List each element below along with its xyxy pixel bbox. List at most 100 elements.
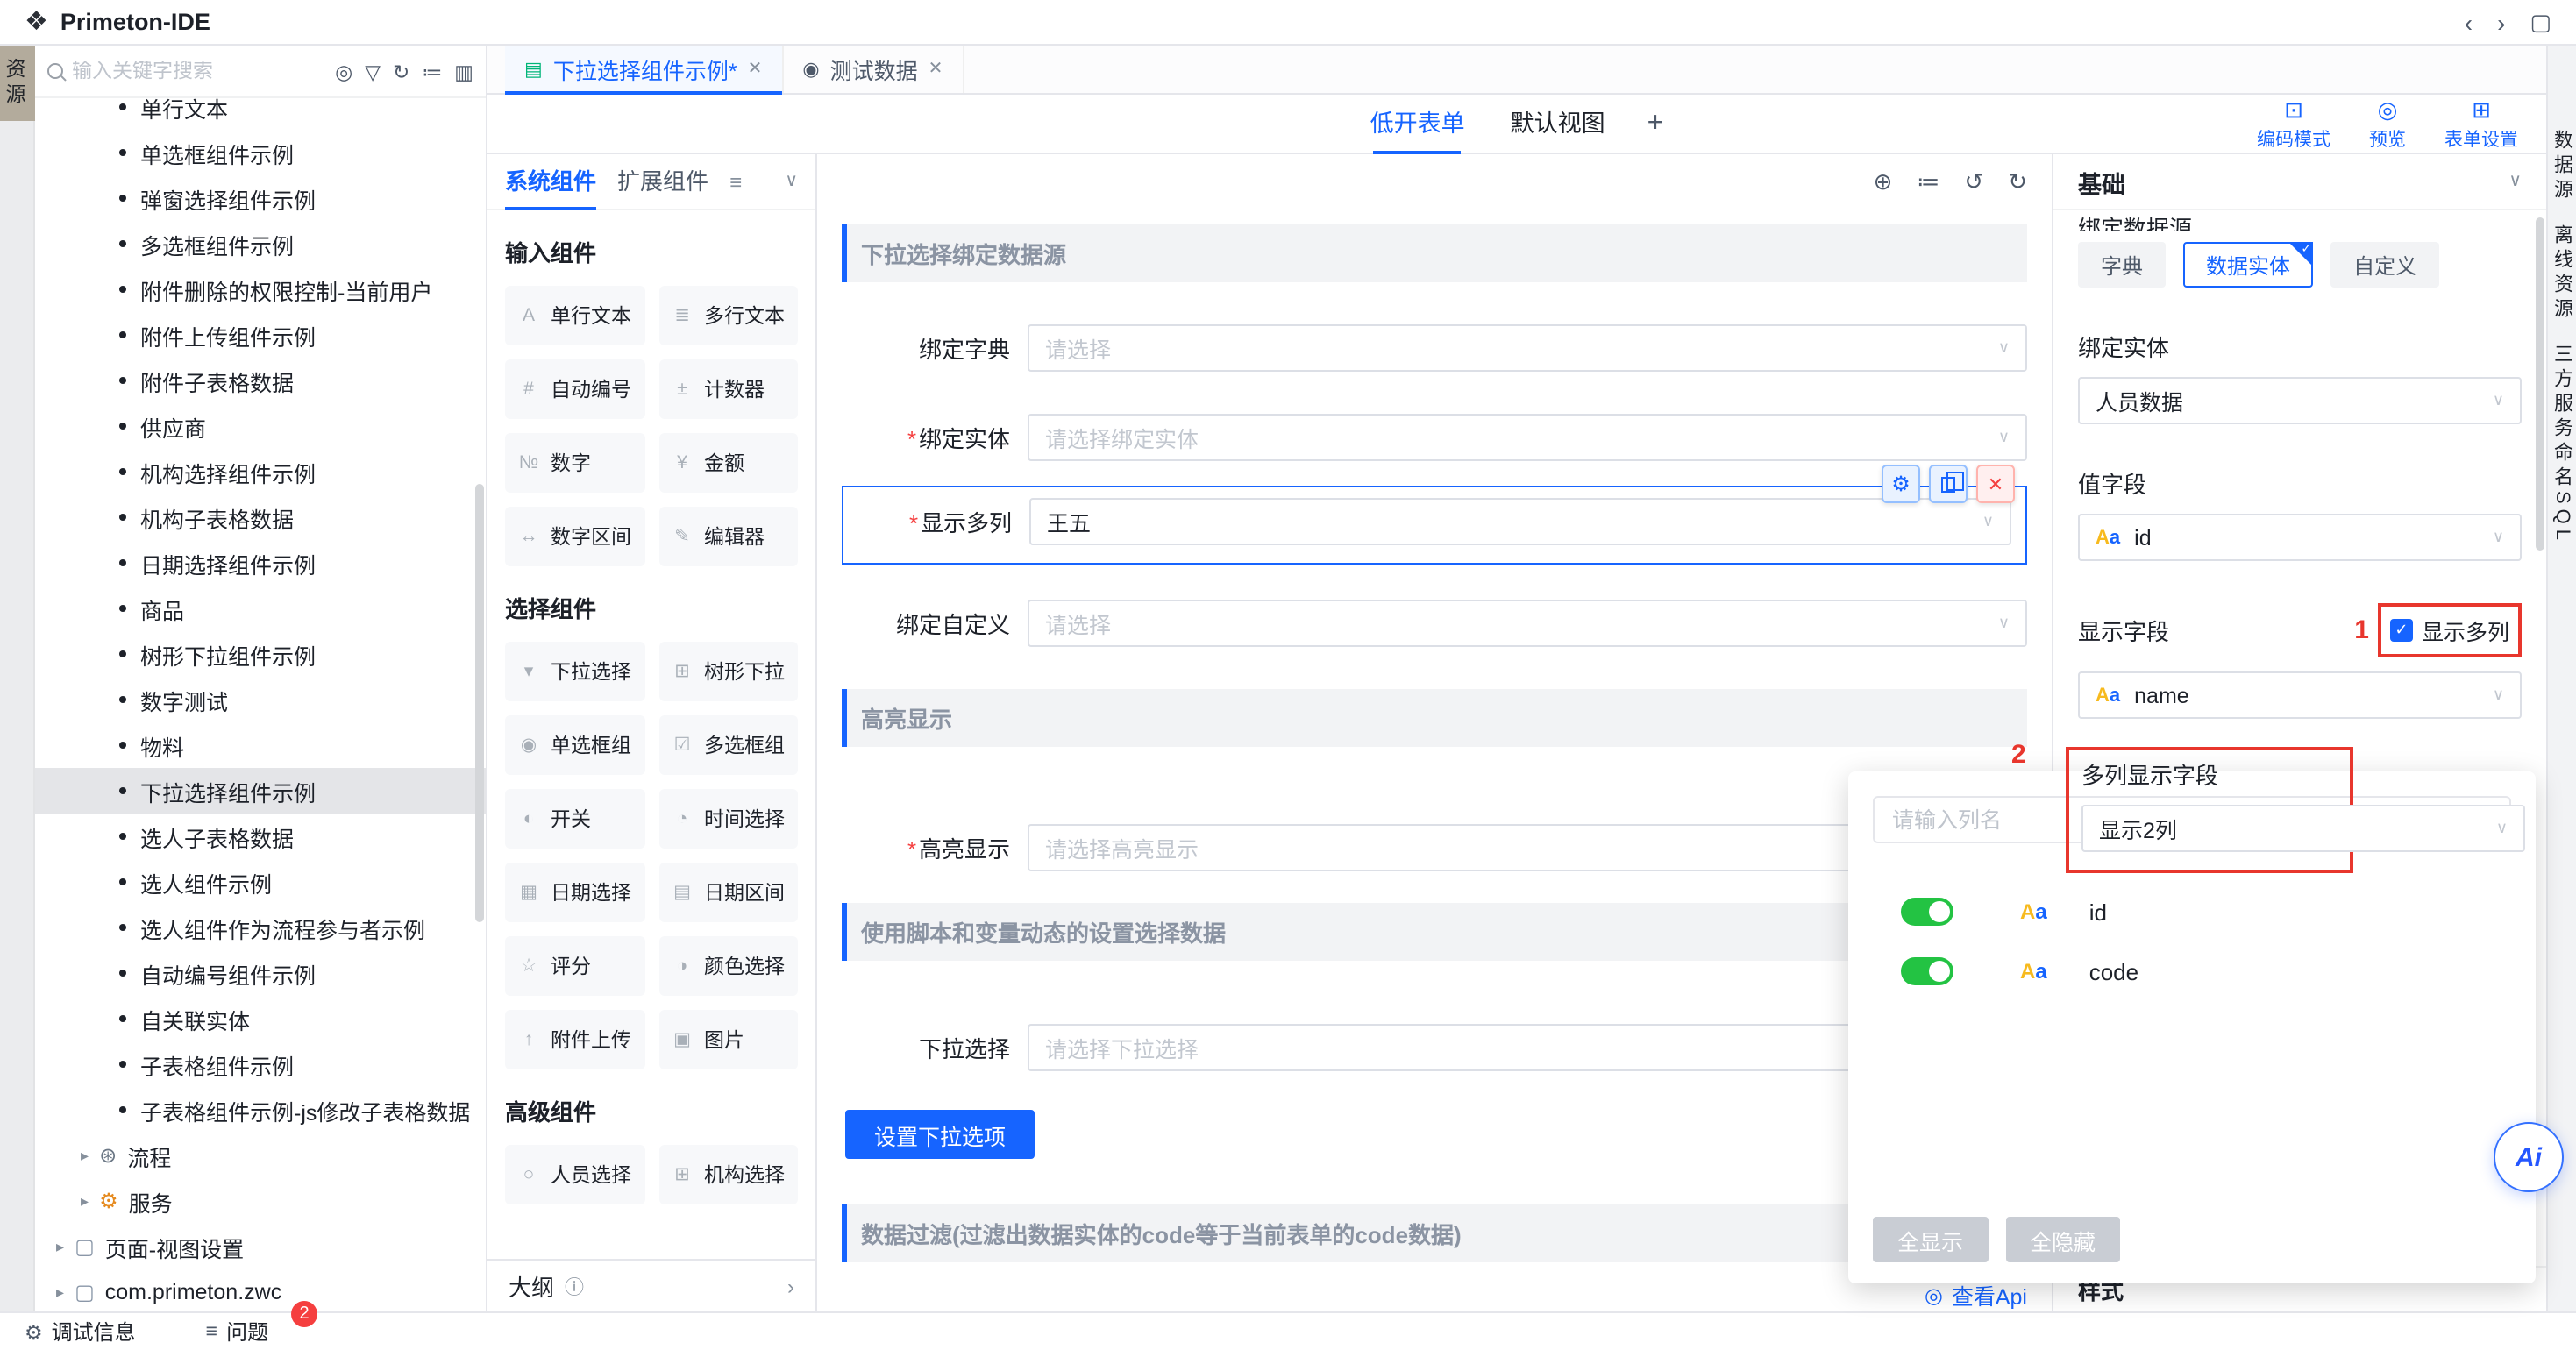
close-icon[interactable]: ✕ <box>748 60 763 79</box>
right-strip-tab[interactable]: 三方服务 <box>2548 344 2576 442</box>
chevron-right-icon[interactable]: › <box>787 1274 794 1298</box>
expand-arrow-icon[interactable]: ▸ <box>81 1191 89 1211</box>
display-field-select[interactable]: Aa name ∨ <box>2078 671 2522 719</box>
dict-select[interactable]: 请选择 ∨ <box>1028 324 2027 372</box>
expand-arrow-icon[interactable]: ▸ <box>81 1146 89 1165</box>
tree-item[interactable]: 自关联实体 <box>35 996 486 1041</box>
tree-item[interactable]: 子表格组件示例 <box>35 1041 486 1087</box>
multi-col-checkbox[interactable]: ✓ <box>2390 619 2413 642</box>
tree-item[interactable]: 下拉选择组件示例 <box>35 768 486 814</box>
copy-icon[interactable] <box>1929 465 1968 503</box>
back-icon[interactable]: ‹ <box>2465 8 2473 36</box>
tree-item[interactable]: 数字测试 <box>35 677 486 722</box>
problems-button[interactable]: ≡ 问题 <box>206 1317 268 1346</box>
undo-icon[interactable]: ↺ <box>1964 168 1983 196</box>
palette-component[interactable]: A 单行文本 <box>505 286 644 345</box>
editor-tab[interactable]: ▤ 下拉选择组件示例* ✕ <box>505 46 783 93</box>
view-tab[interactable]: 默认视图 <box>1511 94 1605 153</box>
show-all-button[interactable]: 全显示 <box>1873 1217 1988 1262</box>
tree-item[interactable]: 机构子表格数据 <box>35 494 486 540</box>
tree-item[interactable]: 选人组件示例 <box>35 859 486 905</box>
tree-item[interactable]: 弹窗选择组件示例 <box>35 175 486 221</box>
expand-arrow-icon[interactable]: ▸ <box>56 1282 64 1302</box>
top-action-button[interactable]: ◎ 预览 <box>2369 96 2406 152</box>
palette-component[interactable]: ○ 人员选择 <box>505 1145 644 1204</box>
refresh-icon[interactable]: ↻ <box>393 59 409 83</box>
inspector-header[interactable]: 基础 ∨ <box>2053 154 2546 210</box>
tree-package[interactable]: ▸ ▢ com.primeton.zwc <box>35 1269 486 1311</box>
chevron-down-icon[interactable]: ∨ <box>785 172 798 191</box>
selected-component-multicol[interactable]: ⚙ ✕ *显示多列 王五 ∨ <box>842 486 2027 565</box>
tree-item[interactable]: 多选框组件示例 <box>35 221 486 266</box>
palette-tab[interactable]: 扩展组件 <box>617 153 708 210</box>
segment-button[interactable]: 数据实体 <box>2183 242 2313 288</box>
tree-item[interactable]: 附件子表格数据 <box>35 358 486 403</box>
multicol-select[interactable]: 王五 ∨ <box>1029 498 2011 545</box>
tree-item[interactable]: 单选框组件示例 <box>35 130 486 175</box>
locate-icon[interactable]: ◎ <box>335 59 352 83</box>
palette-component[interactable]: ◐ 开关 <box>505 789 644 849</box>
set-options-button[interactable]: 设置下拉选项 <box>845 1110 1035 1159</box>
tree-item[interactable]: 物料 <box>35 722 486 768</box>
right-strip-tab[interactable]: 离线资源 <box>2548 224 2576 323</box>
debug-info-button[interactable]: ⚙ 调试信息 <box>25 1317 136 1346</box>
palette-component[interactable]: ↑ 附件上传 <box>505 1010 644 1069</box>
tree-package[interactable]: ▸ ▢ 页面-视图设置 <box>35 1224 486 1269</box>
multi-col-field-select[interactable]: 显示2列 ∨ <box>2081 805 2525 852</box>
panel-icon[interactable]: ▥ <box>454 59 473 83</box>
tree-item[interactable]: 选人子表格数据 <box>35 814 486 859</box>
view-api-link[interactable]: ◎ 查看Api <box>842 1278 2027 1311</box>
palette-component[interactable]: ▾ 下拉选择 <box>505 642 644 701</box>
palette-component[interactable]: ⊞ 树形下拉 <box>658 642 798 701</box>
segment-button[interactable]: 字典 <box>2078 242 2166 288</box>
inspector-scrollbar[interactable] <box>2536 217 2544 551</box>
tree-item[interactable]: 树形下拉组件示例 <box>35 631 486 677</box>
filter-icon[interactable]: ▽ <box>365 59 381 83</box>
add-view-button[interactable]: + <box>1647 108 1664 139</box>
settings-icon[interactable]: ⚙ <box>1882 465 1920 503</box>
palette-component[interactable]: ¥ 金额 <box>658 433 798 493</box>
palette-component[interactable]: ± 计数器 <box>658 359 798 419</box>
entity-select[interactable]: 请选择绑定实体 ∨ <box>1028 414 2027 461</box>
palette-component[interactable]: ✎ 编辑器 <box>658 507 798 566</box>
palette-component[interactable]: ◔ 时间选择 <box>658 789 798 849</box>
palette-component[interactable]: ◉ 单选框组 <box>505 715 644 775</box>
sort-icon[interactable]: ≔ <box>422 59 442 83</box>
palette-component[interactable]: ▦ 日期选择 <box>505 863 644 922</box>
palette-component[interactable]: ▤ 日期区间 <box>658 863 798 922</box>
segment-button[interactable]: 自定义 <box>2330 242 2439 288</box>
left-strip-tab-resources[interactable]: 资源 <box>0 46 35 121</box>
palette-component[interactable]: № 数字 <box>505 433 644 493</box>
palette-component[interactable]: ☑ 多选框组 <box>658 715 798 775</box>
outline-bar[interactable]: 大纲 ⓘ › <box>487 1259 815 1311</box>
tree-item[interactable]: 自动编号组件示例 <box>35 950 486 996</box>
tree-item[interactable]: 单行文本 <box>35 98 486 130</box>
palette-component[interactable]: ▣ 图片 <box>658 1010 798 1069</box>
tree-node[interactable]: ▸ ⊛ 流程 <box>35 1133 486 1178</box>
ai-assistant-button[interactable]: Ai <box>2494 1122 2564 1192</box>
palette-component[interactable]: ◑ 颜色选择 <box>658 936 798 996</box>
save-icon[interactable]: ▢ <box>2530 8 2551 36</box>
top-action-button[interactable]: ⊞ 表单设置 <box>2444 96 2518 152</box>
tree-item[interactable]: 附件上传组件示例 <box>35 312 486 358</box>
resource-search-input[interactable] <box>72 60 326 82</box>
tree-item[interactable]: 选人组件作为流程参与者示例 <box>35 905 486 950</box>
menu-icon[interactable]: ≡ <box>729 169 742 194</box>
value-field-select[interactable]: Aa id ∨ <box>2078 514 2522 561</box>
delete-icon[interactable]: ✕ <box>1976 465 2015 503</box>
globe-icon[interactable]: ⊕ <box>1874 168 1893 196</box>
palette-component[interactable]: ☆ 评分 <box>505 936 644 996</box>
column-visibility-toggle[interactable] <box>1901 898 1953 926</box>
right-strip-tab[interactable]: 命名SQL <box>2548 442 2576 545</box>
hide-all-button[interactable]: 全隐藏 <box>2005 1217 2120 1262</box>
sidebar-scrollbar[interactable] <box>475 484 484 922</box>
editor-tab[interactable]: ◉ 测试数据 ✕ <box>783 46 964 93</box>
tree-item[interactable]: 商品 <box>35 586 486 631</box>
tree-node[interactable]: ▸ ⚙ 服务 <box>35 1178 486 1224</box>
palette-tab[interactable]: 系统组件 <box>505 153 596 210</box>
custom-select[interactable]: 请选择 ∨ <box>1028 600 2027 647</box>
palette-component[interactable]: ↔ 数字区间 <box>505 507 644 566</box>
forward-icon[interactable]: › <box>2497 8 2505 36</box>
redo-icon[interactable]: ↻ <box>2008 168 2027 196</box>
tree-item[interactable]: 日期选择组件示例 <box>35 540 486 586</box>
